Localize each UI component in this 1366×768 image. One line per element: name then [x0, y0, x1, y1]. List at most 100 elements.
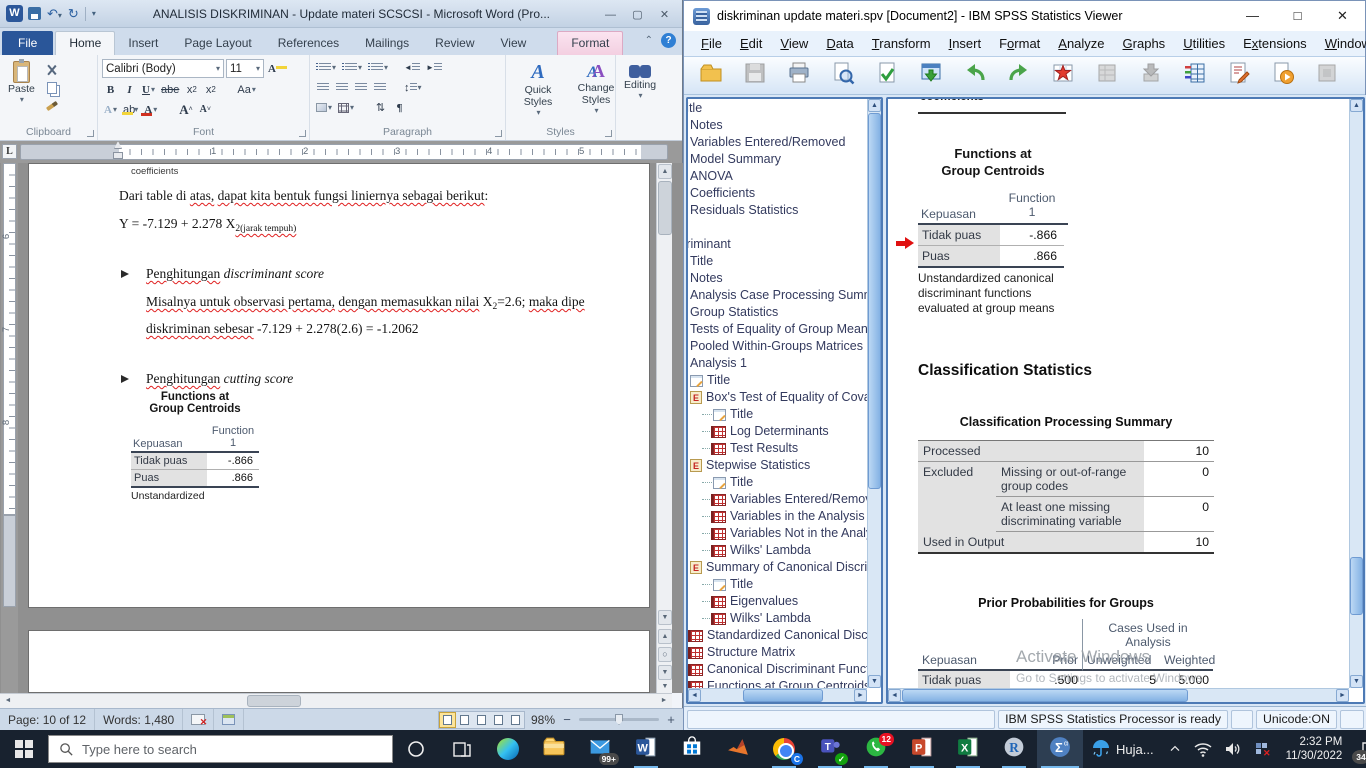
tab-page-layout[interactable]: Page Layout [171, 32, 264, 55]
text-effects-button[interactable]: A▾ [102, 101, 119, 118]
spellcheck-status[interactable] [183, 709, 214, 730]
underline-button[interactable]: U▾ [140, 81, 157, 98]
quick-styles-button[interactable]: A Quick Styles ▾ [510, 59, 566, 119]
line-spacing-button[interactable]: ↕▾ [402, 79, 424, 96]
decrease-indent-button[interactable]: ◄ [402, 59, 422, 76]
superscript-button[interactable]: x2 [202, 81, 219, 98]
minimize-button[interactable]: — [1230, 1, 1275, 31]
collapse-ribbon-icon[interactable]: ⌃ [645, 35, 653, 46]
tree-item-standardized-canonical-discriminant-function-coefficients[interactable]: Standardized Canonical Discriminant Func… [688, 627, 867, 644]
tree-item-analysis-1[interactable]: Analysis 1 [688, 355, 867, 372]
highlight-button[interactable]: ab▾ [121, 101, 140, 118]
menu-analyze[interactable]: Analyze [1049, 33, 1113, 54]
increase-indent-button[interactable]: ► [424, 59, 444, 76]
tree-item-stepwise-statistics[interactable]: EStepwise Statistics [688, 457, 867, 474]
minimize-button[interactable]: — [597, 5, 624, 23]
copy-button[interactable] [43, 80, 61, 95]
menu-extensions[interactable]: Extensions [1234, 33, 1316, 54]
tree-item-notes[interactable]: Notes [688, 117, 867, 134]
menu-edit[interactable]: Edit [731, 33, 771, 54]
scroll-left-icon[interactable]: ◄ [888, 689, 901, 702]
weather-widget[interactable]: Huja... [1083, 739, 1162, 759]
styles-dialog-launcher-icon[interactable] [605, 130, 612, 137]
repeat-icon[interactable]: ↻ [68, 6, 79, 22]
scrollbar-thumb[interactable] [1350, 557, 1363, 615]
font-name-select[interactable]: Calibri (Body)▾ [102, 59, 224, 78]
output-content[interactable]: coefficients Functions at Group Centroid… [888, 99, 1349, 688]
tree-item-wilks-lambda[interactable]: Wilks' Lambda [688, 542, 867, 559]
word-horizontal-scrollbar[interactable]: ◄ ► [0, 693, 672, 708]
word-count[interactable]: Words: 1,480 [95, 709, 183, 730]
left-indent-marker[interactable] [113, 152, 123, 159]
taskbar-app-excel[interactable]: X [945, 730, 991, 768]
zoom-in-button[interactable]: + [665, 712, 677, 727]
search-box[interactable]: Type here to search [48, 735, 393, 763]
clipboard-dialog-launcher-icon[interactable] [87, 130, 94, 137]
zoom-slider[interactable] [579, 718, 659, 721]
tree-item-title[interactable]: Title [688, 372, 867, 389]
tree-item-tests-of-equality-of-group-means[interactable]: Tests of Equality of Group Means [688, 321, 867, 338]
borders-button[interactable]: ▾ [336, 99, 356, 116]
zoom-level[interactable]: 98% [531, 713, 555, 727]
cut-button[interactable] [43, 62, 61, 77]
tree-item-eigenvalues[interactable]: Eigenvalues [688, 593, 867, 610]
goto-data-button[interactable] [1046, 60, 1080, 92]
tab-references[interactable]: References [265, 32, 352, 55]
menu-format[interactable]: Format [990, 33, 1049, 54]
scrollbar-thumb[interactable] [902, 689, 1188, 702]
menu-file[interactable]: File [692, 33, 731, 54]
taskbar-app-powerpoint[interactable]: P [899, 730, 945, 768]
zoom-out-button[interactable]: − [561, 712, 573, 727]
page-indicator[interactable]: Page: 10 of 12 [0, 709, 95, 730]
strikethrough-button[interactable]: abe [159, 81, 181, 98]
tree-item-box-s-test-of-equality-of-covariance-matrices[interactable]: EBox's Test of Equality of Covariance Ma… [688, 389, 867, 406]
menu-window[interactable]: Window [1316, 33, 1366, 54]
draft-view-button[interactable] [507, 712, 524, 728]
document-page[interactable]: coefficients Dari table di atas, dapat k… [28, 163, 650, 608]
web-layout-view-button[interactable] [473, 712, 490, 728]
font-color-button[interactable]: A▾ [142, 101, 159, 118]
export-button[interactable] [870, 60, 904, 92]
customize-qat-icon[interactable]: ▾ [92, 9, 96, 18]
scroll-right-icon[interactable]: ► [854, 689, 867, 702]
tab-home[interactable]: Home [55, 31, 115, 55]
macro-recorder[interactable] [214, 709, 244, 730]
tree-item-group-statistics[interactable]: Group Statistics [688, 304, 867, 321]
word-vertical-scrollbar[interactable]: ▲ ▼ ▲▲ ○ ▼▼ [656, 163, 672, 693]
taskbar-app-chrome[interactable]: C [761, 730, 807, 768]
show-formatting-button[interactable]: ¶ [391, 99, 408, 116]
taskbar-app-whatsapp[interactable]: 12 [853, 730, 899, 768]
bullets-button[interactable]: ▾ [314, 59, 338, 76]
variables-button[interactable] [1178, 60, 1212, 92]
scroll-left-icon[interactable]: ◄ [1, 695, 15, 707]
scrollbar-thumb[interactable] [743, 689, 823, 702]
taskbar-app-edge[interactable] [485, 730, 531, 768]
tree-vertical-scrollbar[interactable]: ▲ ▼ [867, 99, 881, 688]
menu-graphs[interactable]: Graphs [1114, 33, 1175, 54]
scroll-up-icon[interactable]: ▲ [1350, 99, 1363, 112]
close-button[interactable]: ✕ [651, 5, 678, 23]
scrollbar-thumb[interactable] [868, 113, 881, 489]
menu-transform[interactable]: Transform [863, 33, 940, 54]
tree-item-model-summary[interactable]: Model Summary [688, 151, 867, 168]
align-right-button[interactable] [352, 79, 369, 96]
document-page-next[interactable] [28, 630, 650, 693]
volume-button[interactable] [1218, 730, 1248, 768]
numbering-button[interactable]: ▾ [340, 59, 364, 76]
scrollbar-thumb[interactable] [247, 695, 301, 707]
content-horizontal-scrollbar[interactable]: ◄ ► [888, 688, 1349, 702]
taskbar-app-store[interactable] [669, 730, 715, 768]
font-size-select[interactable]: 11▾ [226, 59, 264, 78]
tree-item-discriminant[interactable]: Discriminant [688, 236, 867, 253]
scroll-up-icon[interactable]: ▲ [658, 164, 672, 179]
print-layout-view-button[interactable] [439, 712, 456, 728]
scroll-down-icon[interactable]: ▼ [868, 675, 881, 688]
tree-item-structure-matrix[interactable]: Structure Matrix [688, 644, 867, 661]
taskbar-app-file-explorer[interactable] [531, 730, 577, 768]
taskbar-app-r[interactable]: R [991, 730, 1037, 768]
shrink-font-button[interactable]: A˅ [197, 101, 214, 118]
bold-button[interactable]: B [102, 81, 119, 98]
taskbar-app-matlab[interactable] [715, 730, 761, 768]
justify-button[interactable] [371, 79, 388, 96]
tab-view[interactable]: View [488, 32, 540, 55]
